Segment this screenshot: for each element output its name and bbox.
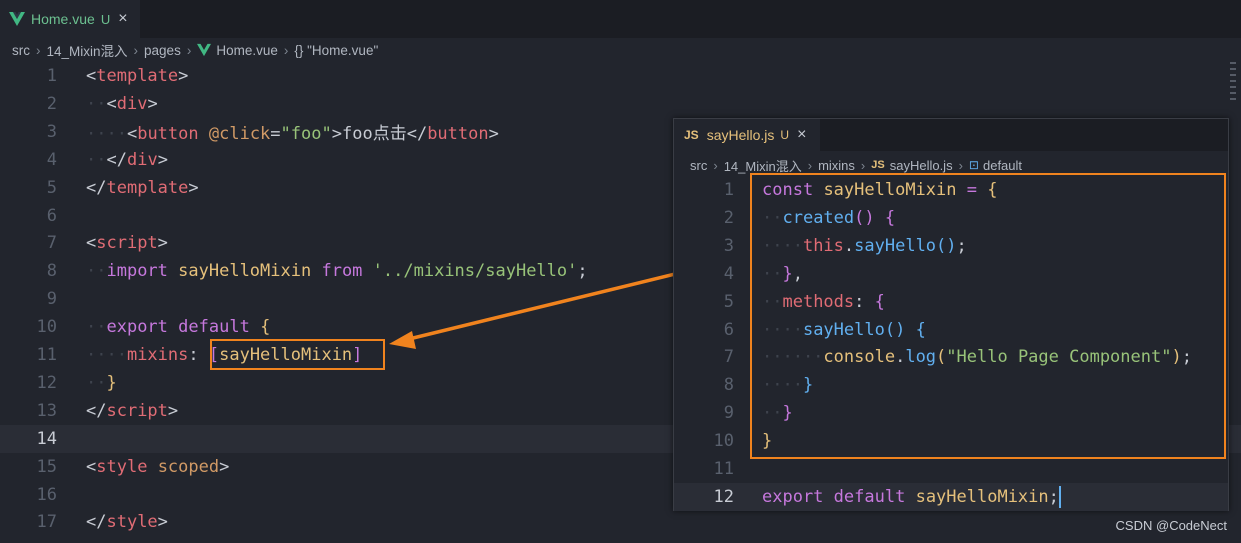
sayhello-editor-window: JS sayHello.js U × src › 14_Mixin混入 › mi… (673, 118, 1229, 511)
line-number: 2 (723, 207, 734, 228)
line-number: 9 (723, 403, 734, 424)
js-file-icon: JS (684, 128, 699, 142)
code-line[interactable]: 12 export default sayHelloMixin; (674, 482, 1228, 511)
line-number: 11 (713, 459, 734, 479)
chevron-right-icon: › (713, 157, 718, 173)
line-number: 12 (713, 486, 734, 507)
line-number: 10 (713, 431, 734, 452)
tab-sayhello-js[interactable]: JS sayHello.js U × (674, 119, 820, 151)
chevron-right-icon: › (860, 157, 866, 173)
overlay-breadcrumb: src › 14_Mixin混入 › mixins › JS sayHello.… (690, 155, 1022, 175)
code-line[interactable]: 11 (674, 455, 1228, 483)
chevron-right-icon: › (807, 157, 813, 173)
breadcrumb-item[interactable]: sayHello.js (890, 158, 953, 173)
line-number: 1 (723, 180, 734, 200)
line-number: 7 (723, 347, 734, 368)
line-number: 8 (723, 375, 734, 396)
breadcrumb-item[interactable]: 14_Mixin混入 (724, 156, 802, 175)
line-number: 6 (723, 319, 734, 340)
line-number: 4 (723, 263, 734, 284)
js-file-icon: JS (871, 159, 885, 171)
breadcrumb-item[interactable]: src (690, 158, 707, 173)
line-number: 5 (723, 291, 734, 312)
text-cursor (1058, 485, 1061, 508)
untracked-badge: U (780, 128, 790, 142)
chevron-right-icon: › (958, 157, 963, 173)
symbol-icon: ⊡ (968, 158, 979, 172)
mixin-object-highlight-box (750, 173, 1226, 459)
breadcrumb-item[interactable]: mixins (818, 158, 855, 173)
line-number: 3 (723, 235, 734, 256)
tab-label: sayHello.js (706, 127, 775, 143)
watermark: CSDN @CodeNect (1115, 518, 1227, 533)
close-icon[interactable]: × (797, 126, 806, 144)
code-text: export default sayHelloMixin; (762, 485, 1061, 508)
overlay-tab-bar: JS sayHello.js U × (674, 119, 1228, 151)
breadcrumb-item[interactable]: default (983, 158, 1022, 173)
